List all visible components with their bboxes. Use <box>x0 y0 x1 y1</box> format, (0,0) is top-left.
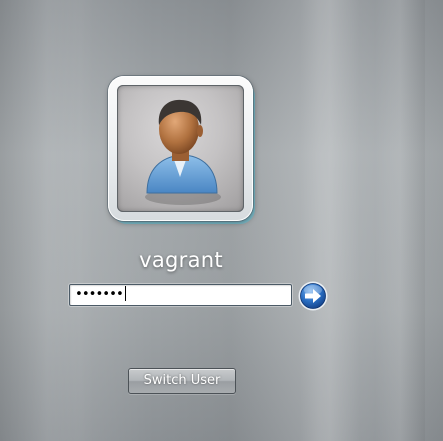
submit-login-button[interactable] <box>298 281 328 311</box>
avatar <box>117 85 244 212</box>
user-avatar-icon <box>145 99 221 205</box>
password-masked-value: ••••••• <box>75 287 124 302</box>
arrow-right-icon <box>298 281 328 311</box>
password-field[interactable]: ••••••• <box>69 284 292 306</box>
username-label: vagrant <box>139 248 223 272</box>
background-streak <box>300 0 360 441</box>
background-streak <box>375 0 425 441</box>
switch-user-button[interactable]: Switch User <box>128 368 236 394</box>
user-tile[interactable] <box>108 76 253 221</box>
text-caret <box>124 286 126 301</box>
background-streak <box>0 0 95 441</box>
